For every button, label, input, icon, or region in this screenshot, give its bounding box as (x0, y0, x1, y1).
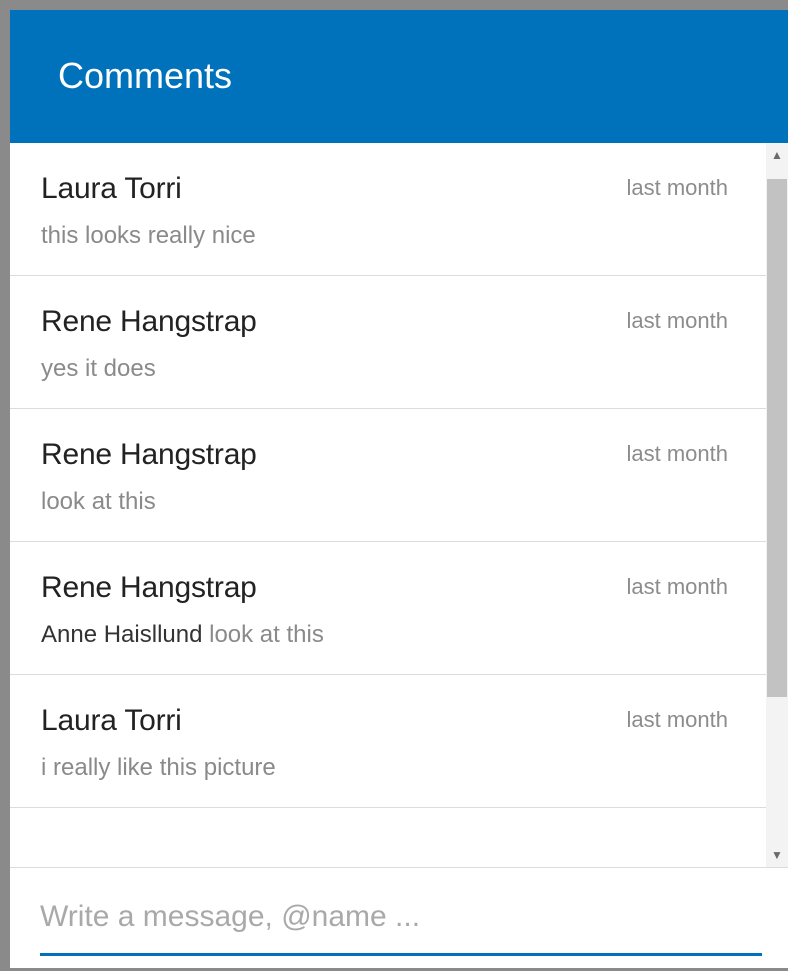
comment-timestamp: last month (626, 441, 729, 466)
message-composer (40, 880, 762, 956)
comment-timestamp: last month (626, 707, 729, 732)
comment-message: i really like this picture (41, 751, 276, 785)
comment-text: i really like this picture (41, 754, 276, 781)
comment-text: this looks really nice (41, 222, 256, 249)
comment-text: yes it does (41, 355, 156, 382)
comments-header: Comments (10, 10, 788, 143)
comment-item: Laura Torri last month this looks really… (10, 143, 766, 276)
comment-timestamp: last month (626, 308, 729, 333)
comment-text: look at this (41, 488, 156, 515)
comment-item: Rene Hangstrap last month Anne Haisllund… (10, 542, 766, 675)
comment-author[interactable]: Rene Hangstrap (41, 435, 257, 475)
comment-author[interactable]: Rene Hangstrap (41, 302, 257, 342)
comments-list[interactable]: Laura Torri last month this looks really… (10, 143, 766, 867)
comment-message: this looks really nice (41, 219, 256, 253)
comment-timestamp: last month (626, 574, 729, 599)
comment-author[interactable]: Laura Torri (41, 169, 182, 209)
scroll-up-icon[interactable]: ▲ (766, 143, 788, 167)
comment-item: Laura Torri last month i really like thi… (10, 675, 766, 808)
scroll-down-icon[interactable]: ▼ (766, 843, 788, 867)
comment-message: yes it does (41, 352, 156, 386)
comment-message: Anne Haisllund look at this (41, 618, 324, 652)
comments-scrollbar[interactable]: ▲ ▼ (766, 143, 788, 867)
comment-message: look at this (41, 485, 156, 519)
comment-author[interactable]: Laura Torri (41, 701, 182, 741)
comments-panel: Comments Laura Torri last month this loo… (0, 0, 788, 971)
comment-text: look at this (209, 621, 324, 648)
comment-author[interactable]: Rene Hangstrap (41, 568, 257, 608)
comment-item: Rene Hangstrap last month look at this (10, 409, 766, 542)
scrollbar-thumb[interactable] (767, 179, 787, 697)
composer-divider (10, 867, 788, 868)
comment-mention[interactable]: Anne Haisllund (41, 621, 202, 648)
panel-title: Comments (58, 55, 233, 96)
comment-item: Rene Hangstrap last month yes it does (10, 276, 766, 409)
comment-timestamp: last month (626, 175, 729, 200)
message-input[interactable] (40, 880, 762, 953)
